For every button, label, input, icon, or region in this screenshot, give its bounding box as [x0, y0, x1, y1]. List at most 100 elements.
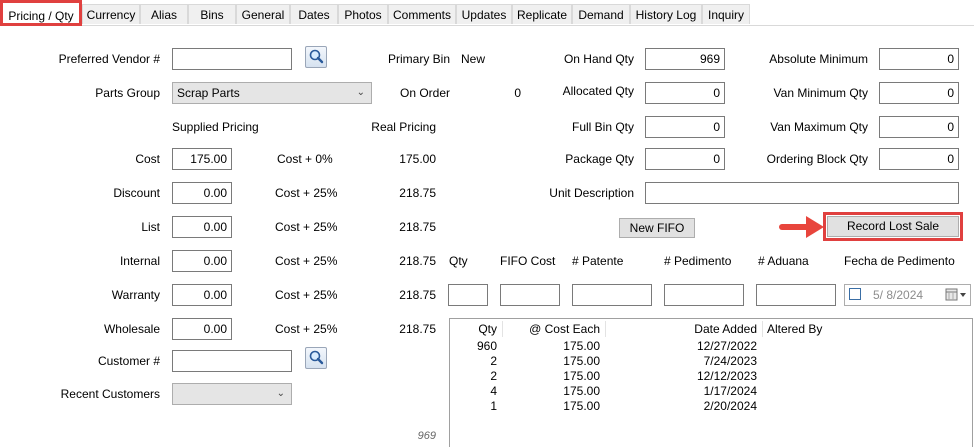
pricing-row-real: 218.75: [399, 254, 436, 268]
pricing-row-formula: Cost + 25%: [275, 288, 338, 302]
vendor-search-button[interactable]: [305, 46, 327, 68]
van-maximum-qty-label: Van Maximum Qty: [770, 120, 868, 134]
parts-group-select[interactable]: Scrap Parts ⌄: [172, 82, 372, 104]
tab-bar-divider: [0, 25, 974, 26]
fifo-cell-qty: 4: [490, 384, 497, 398]
unit-description-input[interactable]: [645, 182, 959, 204]
fifo-cell-qty: 2: [490, 354, 497, 368]
fifo-cell-cost: 175.00: [563, 354, 600, 368]
fifo-header-date-added: Date Added: [694, 322, 757, 336]
wholesale-input[interactable]: 0.00: [172, 318, 232, 340]
fifo-cell-date: 7/24/2023: [703, 354, 757, 368]
tab-demand[interactable]: Demand: [572, 4, 630, 24]
allocated-qty-input[interactable]: 0: [645, 82, 725, 104]
fifo-header-cost-each: @ Cost Each: [529, 322, 600, 336]
customer-input[interactable]: [172, 350, 292, 372]
on-hand-qty-input[interactable]: 969: [645, 48, 725, 70]
fifo-cell-qty: 960: [476, 339, 497, 353]
parts-group-label: Parts Group: [95, 86, 160, 100]
column-divider: [762, 321, 763, 337]
fifo-cell-date: 2/20/2024: [703, 399, 757, 413]
record-lost-sale-button[interactable]: Record Lost Sale: [827, 216, 959, 237]
unit-description-label: Unit Description: [549, 186, 634, 200]
fifo-header-altered-by: Altered By: [767, 322, 823, 336]
recent-customers-label: Recent Customers: [60, 387, 160, 401]
primary-bin-value: New: [461, 52, 486, 66]
aduana-input[interactable]: [756, 284, 836, 306]
van-minimum-qty-label: Van Minimum Qty: [773, 86, 868, 100]
discount-input[interactable]: 0.00: [172, 182, 232, 204]
list-input[interactable]: 0.00: [172, 216, 232, 238]
pricing-row-formula: Cost + 25%: [275, 186, 338, 200]
tab-alias[interactable]: Alias: [140, 4, 188, 24]
tab-replicate[interactable]: Replicate: [512, 4, 572, 24]
fifo-qty-input[interactable]: [448, 284, 488, 306]
pricing-row-real: 218.75: [399, 288, 436, 302]
fifo-cell-cost: 175.00: [563, 339, 600, 353]
pricing-row-real: 175.00: [399, 152, 436, 166]
patente-label: # Patente: [572, 254, 624, 268]
pricing-row-label: Wholesale: [103, 322, 160, 336]
pricing-row-formula: Cost + 25%: [275, 254, 338, 268]
search-icon: [309, 49, 324, 64]
tab-inquiry[interactable]: Inquiry: [702, 4, 750, 24]
full-bin-qty-input[interactable]: 0: [645, 116, 725, 138]
tab-currency[interactable]: Currency: [82, 4, 140, 24]
cost-input[interactable]: 175.00: [172, 148, 232, 170]
pricing-row-formula: Cost + 25%: [275, 220, 338, 234]
customer-search-button[interactable]: [305, 347, 327, 369]
on-order-value: 0: [514, 86, 521, 100]
parts-group-value: Scrap Parts: [177, 86, 240, 100]
absolute-minimum-input[interactable]: 0: [879, 48, 959, 70]
pricing-row-formula: Cost + 25%: [275, 322, 338, 336]
fifo-cell-cost: 175.00: [563, 399, 600, 413]
patente-input[interactable]: [572, 284, 652, 306]
tab-photos[interactable]: Photos: [338, 4, 388, 24]
van-minimum-qty-input[interactable]: 0: [879, 82, 959, 104]
allocated-qty-label: Allocated Qty: [562, 84, 634, 98]
tab-pricing-qty[interactable]: Pricing / Qty: [0, 0, 82, 26]
tab-comments[interactable]: Comments: [388, 4, 456, 24]
fifo-cost-input[interactable]: [500, 284, 560, 306]
pricing-row-real: 218.75: [399, 186, 436, 200]
warranty-input[interactable]: 0.00: [172, 284, 232, 306]
pricing-row-real: 218.75: [399, 220, 436, 234]
pricing-row-label: Cost: [135, 152, 160, 166]
column-divider: [605, 321, 606, 337]
new-fifo-button[interactable]: New FIFO: [619, 218, 695, 238]
search-icon: [309, 350, 324, 365]
tab-general[interactable]: General: [236, 4, 290, 24]
fifo-grid[interactable]: Qty @ Cost Each Date Added Altered By 96…: [449, 318, 973, 447]
tab-bar: Pricing / Qty Currency Alias Bins Genera…: [0, 0, 974, 26]
preferred-vendor-input[interactable]: [172, 48, 292, 70]
pricing-row-label: List: [141, 220, 160, 234]
ordering-block-qty-input[interactable]: 0: [879, 148, 959, 170]
fifo-total: 969: [417, 430, 436, 442]
fifo-cell-date: 1/17/2024: [703, 384, 757, 398]
fifo-cell-date: 12/27/2022: [696, 339, 757, 353]
fecha-pedimento-datepicker[interactable]: 5/ 8/2024: [844, 284, 971, 306]
date-enable-checkbox[interactable]: [849, 288, 861, 300]
internal-input[interactable]: 0.00: [172, 250, 232, 272]
primary-bin-label: Primary Bin: [387, 52, 450, 66]
pedimento-label: # Pedimento: [664, 254, 732, 268]
van-maximum-qty-input[interactable]: 0: [879, 116, 959, 138]
supplied-pricing-header: Supplied Pricing: [172, 120, 259, 134]
fifo-cell-cost: 175.00: [563, 369, 600, 383]
pricing-row-formula: Cost + 0%: [277, 152, 333, 166]
fecha-pedimento-value: 5/ 8/2024: [873, 288, 924, 302]
package-qty-input[interactable]: 0: [645, 148, 725, 170]
tab-dates[interactable]: Dates: [290, 4, 338, 24]
fifo-cell-date: 12/12/2023: [696, 369, 757, 383]
pedimento-input[interactable]: [664, 284, 744, 306]
tab-bins[interactable]: Bins: [188, 4, 236, 24]
chevron-down-icon: ⌄: [356, 87, 365, 98]
recent-customers-select[interactable]: ⌄: [172, 383, 292, 405]
pricing-row-label: Internal: [119, 254, 160, 268]
real-pricing-header: Real Pricing: [371, 120, 436, 134]
fifo-cost-label: FIFO Cost: [500, 254, 556, 268]
calendar-icon[interactable]: [945, 288, 967, 302]
tab-updates[interactable]: Updates: [456, 4, 512, 24]
pricing-row-label: Warranty: [111, 288, 160, 302]
tab-history-log[interactable]: History Log: [630, 4, 702, 24]
